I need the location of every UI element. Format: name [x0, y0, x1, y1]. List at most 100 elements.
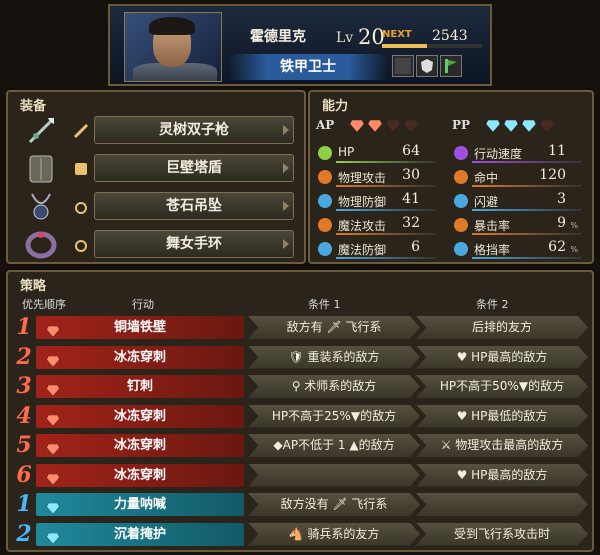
- tactic-condition-1[interactable]: [248, 463, 420, 487]
- stat-label: 物理防御: [338, 195, 387, 209]
- tactic-row[interactable]: 2 沉着掩护 🐴 骑兵系的友方 受到飞行系攻击时: [12, 521, 590, 548]
- accessory-type-icon: [72, 236, 90, 254]
- stat-gauge: [336, 209, 436, 211]
- tactic-priority: 6: [16, 461, 32, 488]
- tactic-row[interactable]: 3 钉刺 ⚲ 术师系的敌方 HP不高于50%▼的敌方: [12, 373, 590, 400]
- tactic-condition-1[interactable]: ⚲ 术师系的敌方: [248, 375, 420, 398]
- tactic-condition-2[interactable]: ♥ HP最高的敌方: [416, 345, 588, 369]
- unit-flag-icon: [440, 55, 462, 77]
- tactic-condition-1[interactable]: 敌方有 🗡 飞行系: [248, 316, 420, 339]
- tactic-row[interactable]: 5 冰冻穿刺 ◆AP不低于 1 ▲的敌方 ⚔ 物理攻击最高的敌方: [12, 432, 590, 459]
- crit-icon: [452, 216, 470, 234]
- tactic-condition-2[interactable]: ⚔ 物理攻击最高的敌方: [416, 434, 588, 457]
- tactic-priority: 1: [16, 491, 32, 517]
- sword-icon: [316, 168, 334, 186]
- armor-icon: [316, 192, 334, 210]
- ap-gem-icon: [46, 322, 60, 338]
- tactic-condition-2[interactable]: ♥ HP最低的敌方: [416, 404, 588, 428]
- tactic-condition-2[interactable]: HP不高于50%▼的敌方: [416, 375, 588, 398]
- stat-gauge: [472, 209, 582, 211]
- character-portrait: [124, 12, 222, 82]
- ap-gem-icon: [46, 440, 60, 456]
- magic-armor-icon: [316, 240, 334, 258]
- ap-gem-icon: [46, 470, 60, 485]
- stat-row: 魔法攻击 32: [316, 214, 440, 236]
- stat-value: 3: [557, 191, 566, 207]
- equipment-panel: 装备 灵树双子枪 巨壁塔盾 苍石吊坠 舞女手环: [6, 90, 306, 264]
- ap-gem-icon: [385, 119, 401, 133]
- stats-title: 能力: [322, 99, 349, 114]
- tactic-priority: 4: [16, 402, 32, 429]
- stat-row: 物理攻击 30: [316, 166, 440, 188]
- stat-row: 闪避 3: [452, 190, 586, 212]
- level-value: 20: [358, 25, 385, 49]
- spear-icon: [24, 114, 58, 148]
- tactic-condition-2[interactable]: 后排的友方: [416, 316, 588, 339]
- tactic-action[interactable]: 冰冻穿刺: [36, 434, 244, 457]
- evade-icon: [452, 192, 470, 210]
- stat-row: 格挡率 62%: [452, 238, 586, 260]
- equipment-name: 巨壁塔盾: [94, 154, 294, 182]
- pp-gem-icon: [485, 119, 501, 133]
- stat-value: 62: [548, 239, 566, 255]
- stat-row: 魔法防御 6: [316, 238, 440, 260]
- percent-sign: %: [570, 245, 578, 254]
- tactic-condition-1[interactable]: 🐴 骑兵系的友方: [248, 522, 420, 546]
- tactic-condition-1[interactable]: 🛡 重装系的敌方: [248, 345, 420, 369]
- equipment-slot-accessory-2[interactable]: 舞女手环: [18, 228, 294, 262]
- tactic-row[interactable]: 2 冰冻穿刺 🛡 重装系的敌方 ♥ HP最高的敌方: [12, 344, 590, 371]
- tactic-action[interactable]: 钉刺: [36, 375, 244, 398]
- stat-gauge: [472, 161, 582, 163]
- stat-gauge: [336, 257, 436, 259]
- tactic-priority: 2: [16, 520, 32, 547]
- stats-panel: 能力 AP PP HP 64 物理攻击 30 物理防御 41 魔法攻击 32 魔法防御 6 行动速…: [308, 90, 594, 264]
- tactic-row[interactable]: 6 冰冻穿刺 ♥ HP最高的敌方: [12, 462, 590, 489]
- stat-label: 闪避: [474, 195, 499, 209]
- stat-gauge: [336, 233, 436, 235]
- staff-icon: [316, 216, 334, 234]
- level-label: Lv: [336, 30, 354, 46]
- tactic-row[interactable]: 4 冰冻穿刺 HP不高于25%▼的敌方 ♥ HP最低的敌方: [12, 403, 590, 430]
- character-name: 霍德里克: [250, 29, 306, 45]
- tactic-condition-2[interactable]: ♥ HP最高的敌方: [416, 463, 588, 487]
- ap-label: AP: [316, 118, 335, 132]
- stat-gauge: [472, 257, 582, 259]
- tactic-condition-2[interactable]: [416, 493, 588, 516]
- tactic-condition-1[interactable]: ◆AP不低于 1 ▲的敌方: [248, 434, 420, 457]
- stat-value: 11: [548, 143, 566, 159]
- tactic-action[interactable]: 冰冻穿刺: [36, 345, 244, 369]
- ap-gem-icon: [349, 119, 365, 133]
- header-condition-2: 条件 2: [476, 298, 509, 311]
- tactic-action[interactable]: 铜墙铁壁: [36, 316, 244, 339]
- pp-gem-icon: [521, 119, 537, 133]
- tactic-condition-2[interactable]: 受到飞行系攻击时: [416, 522, 588, 546]
- tactic-action[interactable]: 冰冻穿刺: [36, 463, 244, 487]
- pp-gem-icon: [539, 119, 555, 133]
- tactic-priority: 2: [16, 343, 32, 370]
- tactic-priority: 3: [16, 373, 32, 399]
- stat-label: 物理攻击: [338, 171, 387, 185]
- shield-type-icon: [72, 160, 90, 178]
- stat-label: HP: [338, 145, 355, 159]
- block-icon: [452, 240, 470, 258]
- tactic-condition-1[interactable]: HP不高于25%▼的敌方: [248, 404, 420, 428]
- stat-row: 行动速度 11: [452, 142, 586, 164]
- tactic-condition-1[interactable]: 敌方没有 🗡 飞行系: [248, 493, 420, 516]
- stat-gauge: [336, 161, 436, 163]
- equipment-slot-shield[interactable]: 巨壁塔盾: [18, 152, 294, 186]
- bracelet-icon: [24, 228, 58, 262]
- equipment-name: 苍石吊坠: [94, 192, 294, 220]
- tactic-action-label: 冰冻穿刺: [113, 408, 166, 424]
- tactic-row[interactable]: 1 力量呐喊 敌方没有 🗡 飞行系: [12, 491, 590, 518]
- equipment-slot-weapon[interactable]: 灵树双子枪: [18, 114, 294, 148]
- tactic-priority: 1: [16, 314, 32, 340]
- tactic-action[interactable]: 沉着掩护: [36, 522, 244, 546]
- stat-value: 120: [539, 167, 566, 183]
- heart-icon: [316, 144, 334, 162]
- stat-row: 命中 120: [452, 166, 586, 188]
- ap-gem-icon: [46, 352, 60, 367]
- tactic-action[interactable]: 冰冻穿刺: [36, 404, 244, 428]
- equipment-slot-accessory-1[interactable]: 苍石吊坠: [18, 190, 294, 224]
- tactic-action[interactable]: 力量呐喊: [36, 493, 244, 516]
- tactic-row[interactable]: 1 铜墙铁壁 敌方有 🗡 飞行系 后排的友方: [12, 314, 590, 341]
